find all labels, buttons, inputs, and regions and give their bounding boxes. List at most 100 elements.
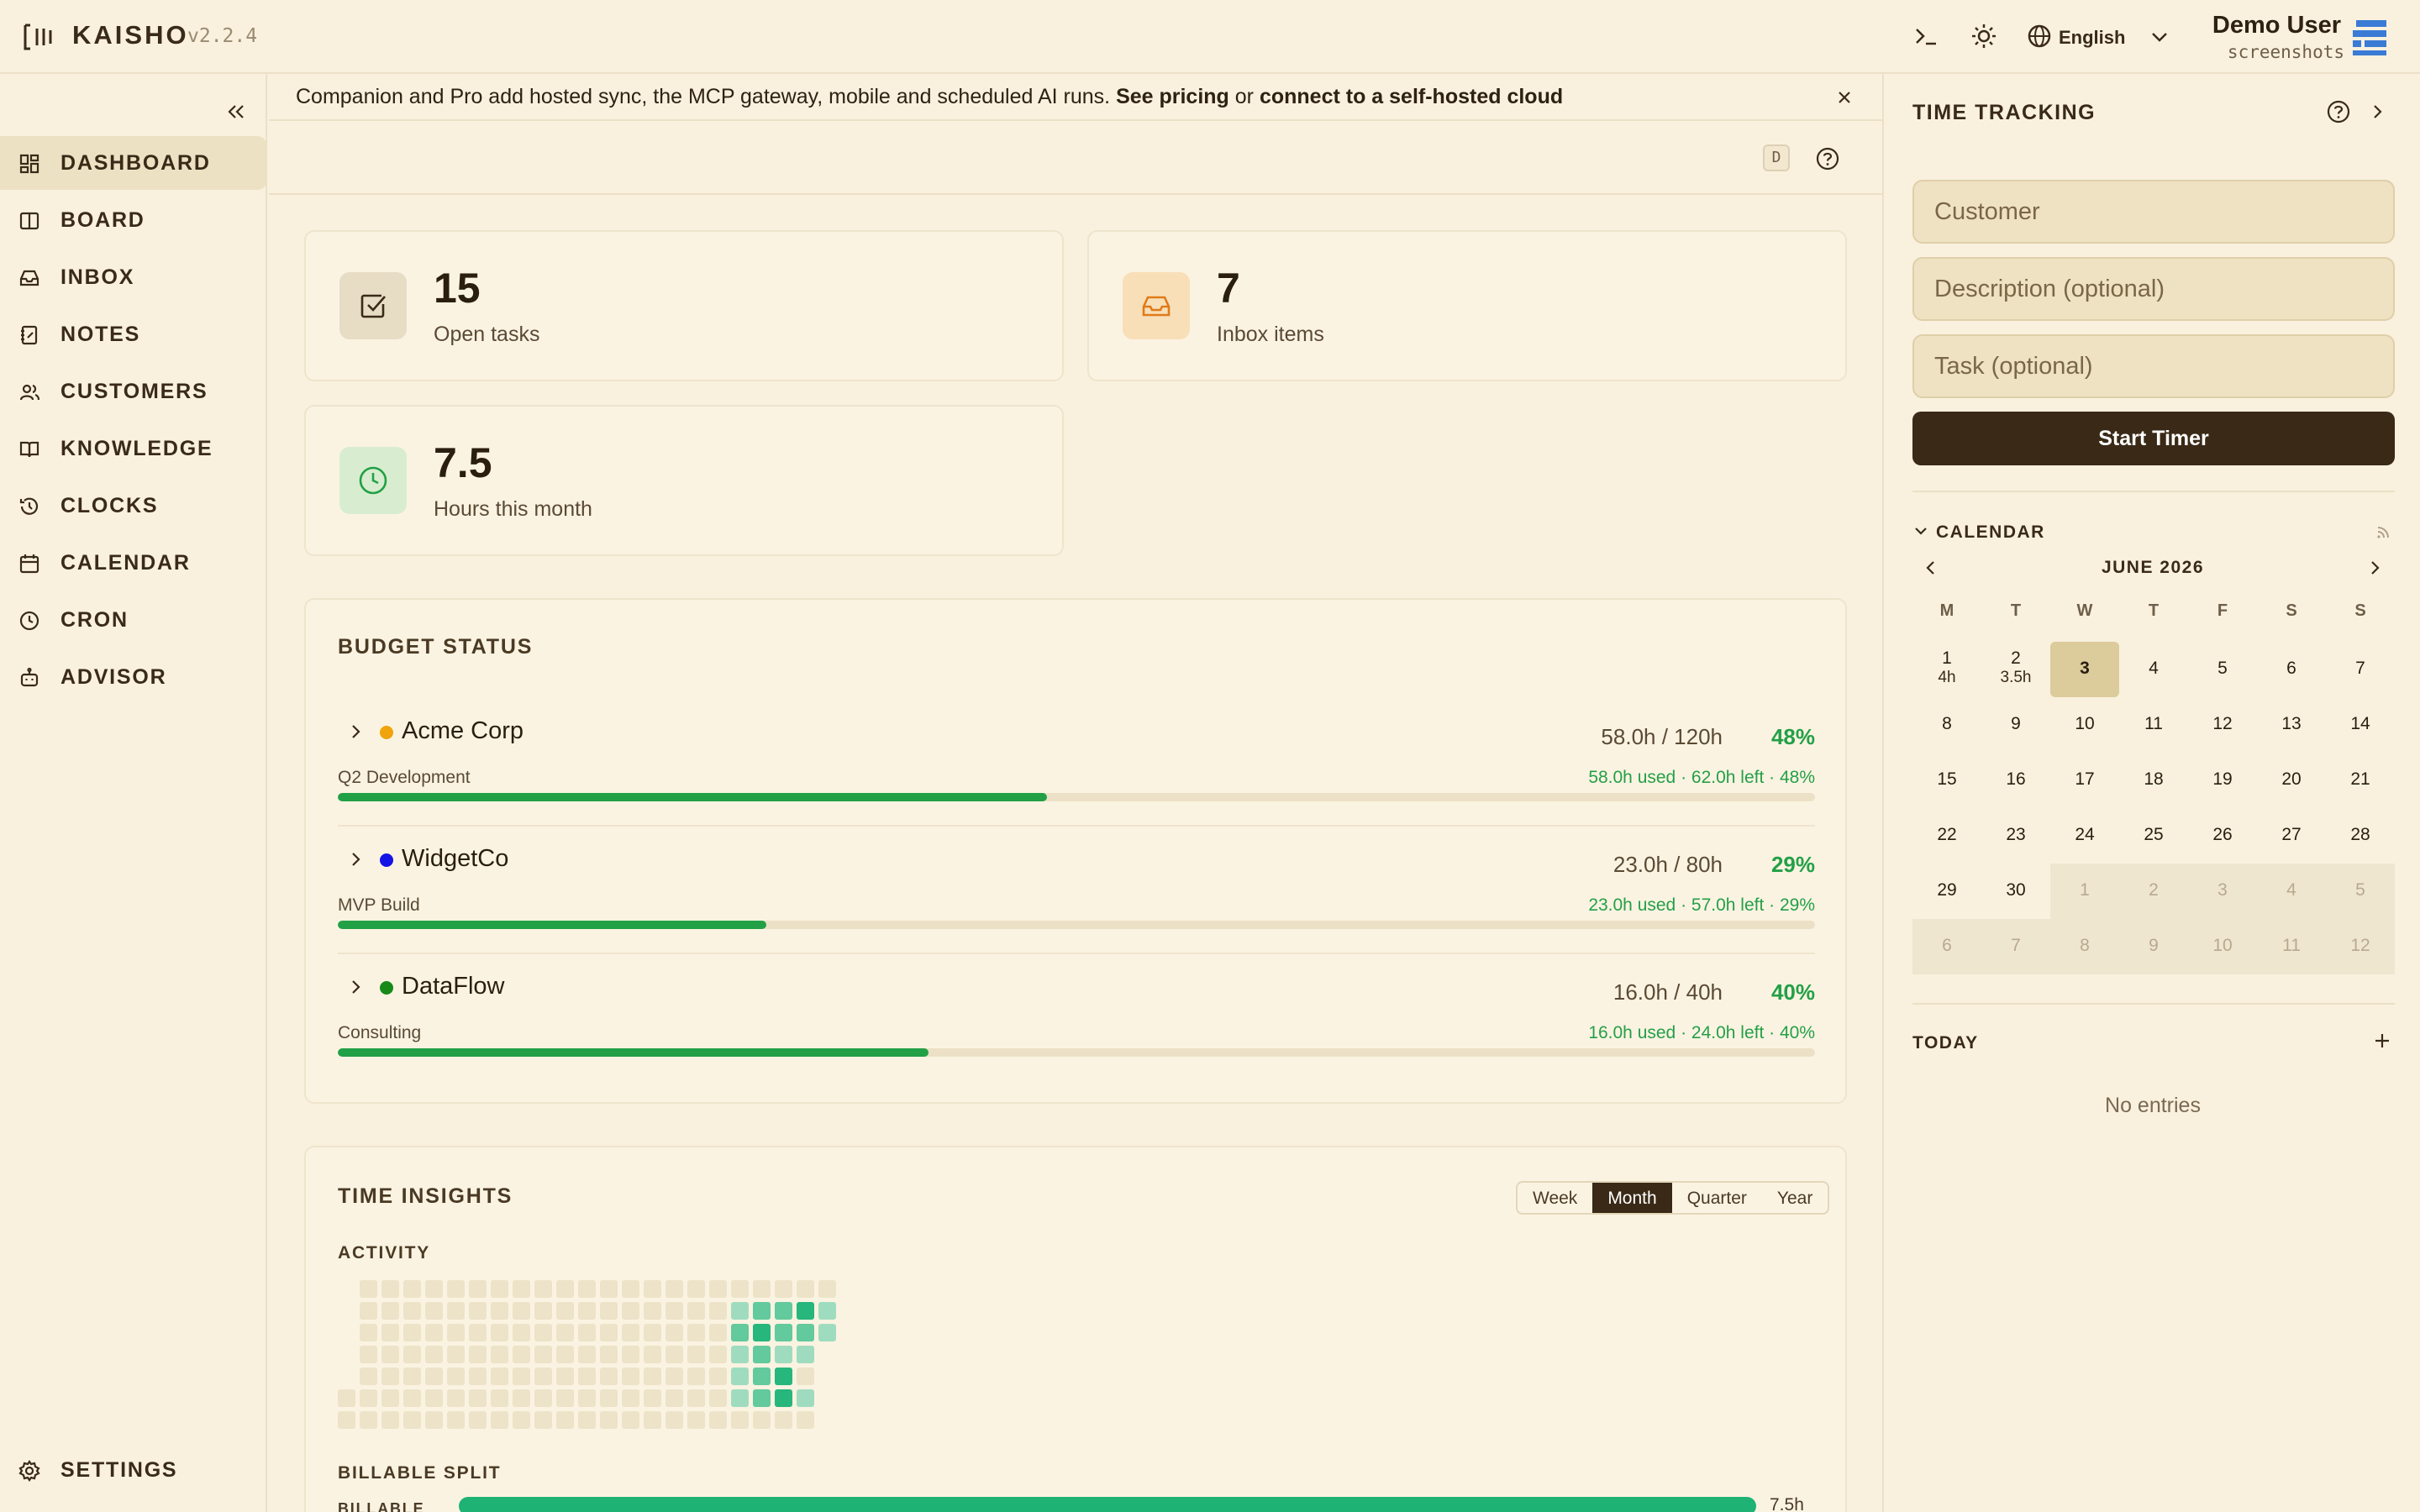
- heatmap-cell[interactable]: [818, 1302, 836, 1320]
- heatmap-cell[interactable]: [753, 1280, 771, 1298]
- heatmap-cell[interactable]: [644, 1411, 661, 1429]
- self-hosted-cloud-link[interactable]: connect to a self-hosted cloud: [1260, 85, 1563, 108]
- heatmap-cell[interactable]: [644, 1389, 661, 1407]
- range-month-button[interactable]: Month: [1592, 1183, 1672, 1213]
- heatmap-cell[interactable]: [556, 1368, 574, 1385]
- heatmap-cell[interactable]: [666, 1389, 683, 1407]
- heatmap-cell[interactable]: [513, 1302, 530, 1320]
- heatmap-cell[interactable]: [731, 1411, 749, 1429]
- heatmap-cell[interactable]: [447, 1324, 465, 1341]
- heatmap-cell[interactable]: [709, 1389, 727, 1407]
- heatmap-cell[interactable]: [753, 1368, 771, 1385]
- calendar-day[interactable]: 30: [1981, 864, 2050, 919]
- heatmap-cell[interactable]: [797, 1346, 814, 1363]
- heatmap-cell[interactable]: [600, 1411, 618, 1429]
- heatmap-cell[interactable]: [360, 1411, 377, 1429]
- heatmap-cell[interactable]: [534, 1346, 552, 1363]
- heatmap-cell[interactable]: [513, 1368, 530, 1385]
- heatmap-cell[interactable]: [600, 1324, 618, 1341]
- add-icon[interactable]: [2371, 1030, 2393, 1052]
- heatmap-cell[interactable]: [731, 1368, 749, 1385]
- calendar-day[interactable]: 5: [2188, 642, 2257, 697]
- heatmap-cell[interactable]: [556, 1302, 574, 1320]
- heatmap-cell[interactable]: [666, 1324, 683, 1341]
- help-icon[interactable]: [2326, 99, 2351, 124]
- heatmap-cell[interactable]: [622, 1324, 639, 1341]
- stat-card-inbox-items[interactable]: 7 Inbox items: [1087, 230, 1847, 381]
- heatmap-cell[interactable]: [709, 1302, 727, 1320]
- heatmap-cell[interactable]: [687, 1389, 705, 1407]
- sidebar-item-calendar[interactable]: CALENDAR: [0, 536, 267, 590]
- heatmap-cell[interactable]: [534, 1389, 552, 1407]
- sidebar-item-advisor[interactable]: ADVISOR: [0, 650, 267, 704]
- heatmap-cell[interactable]: [600, 1368, 618, 1385]
- heatmap-cell[interactable]: [644, 1280, 661, 1298]
- heatmap-cell[interactable]: [622, 1411, 639, 1429]
- heatmap-cell[interactable]: [797, 1411, 814, 1429]
- heatmap-cell[interactable]: [381, 1346, 399, 1363]
- heatmap-cell[interactable]: [687, 1280, 705, 1298]
- heatmap-cell[interactable]: [360, 1324, 377, 1341]
- heatmap-cell[interactable]: [666, 1280, 683, 1298]
- sidebar-item-notes[interactable]: NOTES: [0, 307, 267, 361]
- heatmap-cell[interactable]: [622, 1302, 639, 1320]
- calendar-day[interactable]: 4: [2257, 864, 2326, 919]
- heatmap-cell[interactable]: [556, 1324, 574, 1341]
- calendar-day[interactable]: 15: [1912, 753, 1981, 808]
- heatmap-cell[interactable]: [687, 1302, 705, 1320]
- heatmap-cell[interactable]: [775, 1411, 792, 1429]
- heatmap-cell[interactable]: [687, 1368, 705, 1385]
- heatmap-cell[interactable]: [600, 1302, 618, 1320]
- calendar-day[interactable]: 10: [2188, 919, 2257, 974]
- heatmap-cell[interactable]: [513, 1324, 530, 1341]
- calendar-day[interactable]: 21: [2326, 753, 2395, 808]
- heatmap-cell[interactable]: [578, 1324, 596, 1341]
- calendar-day[interactable]: 7: [1981, 919, 2050, 974]
- calendar-day[interactable]: 13: [2257, 697, 2326, 753]
- heatmap-cell[interactable]: [578, 1346, 596, 1363]
- sidebar-item-knowledge[interactable]: KNOWLEDGE: [0, 422, 267, 475]
- calendar-day-today[interactable]: 3: [2050, 642, 2119, 697]
- heatmap-cell[interactable]: [469, 1411, 487, 1429]
- heatmap-cell[interactable]: [753, 1389, 771, 1407]
- heatmap-cell[interactable]: [818, 1280, 836, 1298]
- calendar-day[interactable]: 2: [2119, 864, 2188, 919]
- heatmap-cell[interactable]: [447, 1302, 465, 1320]
- heatmap-cell[interactable]: [687, 1346, 705, 1363]
- heatmap-cell[interactable]: [556, 1346, 574, 1363]
- heatmap-cell[interactable]: [425, 1346, 443, 1363]
- calendar-day[interactable]: 25: [2119, 808, 2188, 864]
- heatmap-cell[interactable]: [447, 1389, 465, 1407]
- calendar-day[interactable]: 18: [2119, 753, 2188, 808]
- sidebar-item-dashboard[interactable]: DASHBOARD: [0, 136, 267, 190]
- terminal-icon[interactable]: [1912, 22, 1941, 50]
- heatmap-cell[interactable]: [403, 1280, 421, 1298]
- heatmap-cell[interactable]: [513, 1411, 530, 1429]
- calendar-day[interactable]: 6: [2257, 642, 2326, 697]
- heatmap-cell[interactable]: [491, 1368, 508, 1385]
- see-pricing-link[interactable]: See pricing: [1116, 85, 1229, 108]
- sidebar-item-settings[interactable]: SETTINGS: [0, 1443, 267, 1497]
- task-input[interactable]: Task (optional): [1912, 334, 2395, 398]
- budget-row[interactable]: DataFlow 16.0h / 40h 40% Consulting 16.0…: [338, 964, 1815, 1090]
- calendar-day[interactable]: 2 3.5h: [1981, 642, 2050, 697]
- heatmap-cell[interactable]: [775, 1302, 792, 1320]
- heatmap-cell[interactable]: [425, 1324, 443, 1341]
- heatmap-cell[interactable]: [338, 1411, 355, 1429]
- calendar-day[interactable]: 16: [1981, 753, 2050, 808]
- chevron-right-icon[interactable]: [345, 721, 366, 743]
- heatmap-cell[interactable]: [556, 1280, 574, 1298]
- heatmap-cell[interactable]: [818, 1324, 836, 1341]
- chevron-down-icon[interactable]: [2148, 25, 2171, 49]
- heatmap-cell[interactable]: [425, 1368, 443, 1385]
- heatmap-cell[interactable]: [403, 1368, 421, 1385]
- heatmap-cell[interactable]: [709, 1411, 727, 1429]
- heatmap-cell[interactable]: [447, 1368, 465, 1385]
- sidebar-item-inbox[interactable]: INBOX: [0, 250, 267, 304]
- heatmap-cell[interactable]: [381, 1389, 399, 1407]
- heatmap-cell[interactable]: [513, 1280, 530, 1298]
- heatmap-cell[interactable]: [622, 1346, 639, 1363]
- heatmap-cell[interactable]: [644, 1368, 661, 1385]
- heatmap-cell[interactable]: [360, 1302, 377, 1320]
- heatmap-cell[interactable]: [797, 1324, 814, 1341]
